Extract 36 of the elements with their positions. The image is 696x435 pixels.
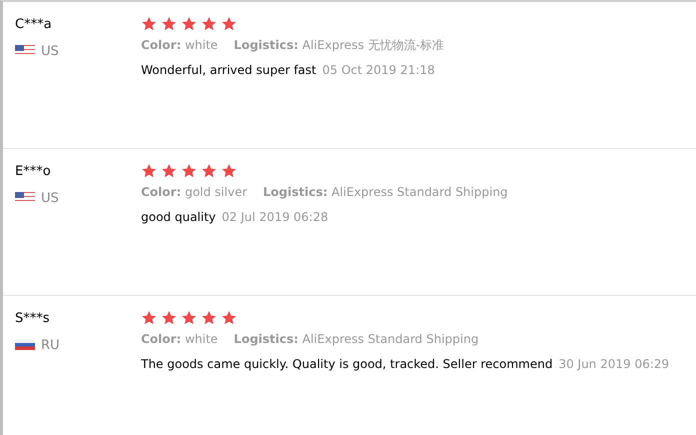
star-icon [161,163,177,179]
flag-icon [15,45,35,56]
product-color: Color: white [141,38,218,52]
logistics-info: Logistics: AliExpress Standard Shipping [263,185,508,199]
country-code: US [41,44,59,59]
logistics-info: Logistics: AliExpress Standard Shipping [234,332,479,346]
review-text: Wonderful, arrived super fast [141,63,316,77]
star-icon [201,310,217,326]
country-code: RU [41,338,60,353]
reviewer-name: E***o [15,163,52,181]
star-icon [201,16,217,32]
star-icon [221,16,237,32]
flag-icon [15,192,35,203]
star-icon [221,310,237,326]
reviewer-name: S***s [15,310,51,328]
review-date: 05 Oct 2019 21:18 [322,63,435,77]
review-text: good quality [141,210,216,224]
review-text: The goods came quickly. Quality is good, tracked. Seller recommend [141,357,553,371]
flag-icon [15,339,35,350]
review-date: 30 Jun 2019 06:29 [558,357,670,371]
star-icon [161,310,177,326]
product-color: Color: gold silver [141,185,248,199]
star-icon [161,16,177,32]
reviewer-name: C***a [15,16,53,34]
star-icon [141,310,157,326]
logistics-info: Logistics: AliExpress 无忧物流-标准 [234,38,444,52]
review-date: 02 Jul 2019 06:28 [222,210,328,224]
star-icon [221,163,237,179]
star-icon [181,16,197,32]
product-color: Color: white [141,332,218,346]
country-code: US [41,191,59,206]
star-icon [201,163,217,179]
star-icon [181,163,197,179]
star-icon [141,163,157,179]
star-icon [181,310,197,326]
star-icon [141,16,157,32]
